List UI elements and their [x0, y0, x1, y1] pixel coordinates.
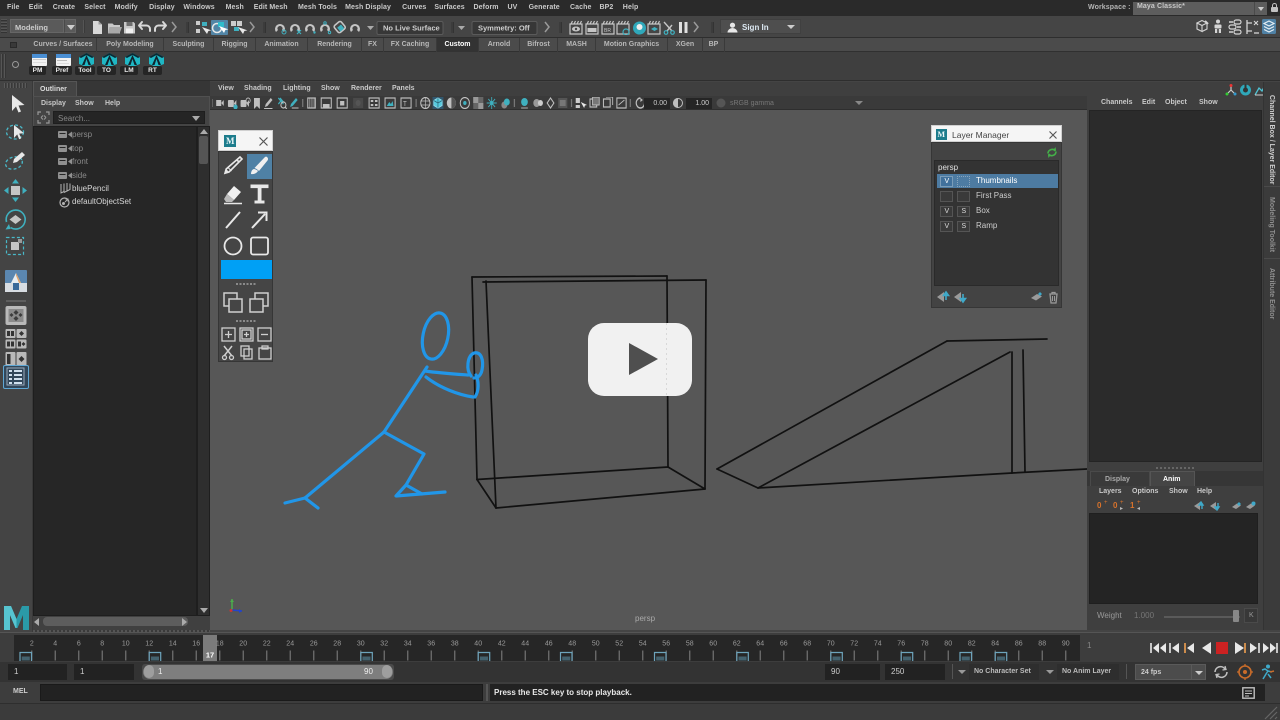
svg-text:82: 82 — [968, 641, 976, 648]
svg-text:42: 42 — [498, 641, 506, 648]
svg-text:54: 54 — [639, 641, 647, 648]
svg-text:44: 44 — [521, 641, 529, 648]
svg-text:86: 86 — [1015, 641, 1023, 648]
svg-text:78: 78 — [921, 641, 929, 648]
svg-text:30: 30 — [357, 641, 365, 648]
svg-text:14: 14 — [169, 641, 177, 648]
svg-text:56: 56 — [662, 641, 670, 648]
svg-text:T: T — [403, 101, 407, 109]
svg-text:50: 50 — [592, 641, 600, 648]
svg-text:No Live Surface: No Live Surface — [383, 24, 440, 33]
svg-text:Symmetry: Off: Symmetry: Off — [478, 24, 530, 33]
svg-text:72: 72 — [850, 641, 858, 648]
svg-text:48: 48 — [568, 641, 576, 648]
svg-text:64: 64 — [756, 641, 764, 648]
svg-text:60: 60 — [709, 641, 717, 648]
svg-text:26: 26 — [310, 641, 318, 648]
svg-text:32: 32 — [380, 641, 388, 648]
svg-text:80: 80 — [944, 641, 952, 648]
svg-text:68: 68 — [803, 641, 811, 648]
svg-text:40: 40 — [474, 641, 482, 648]
svg-text:4: 4 — [53, 641, 57, 648]
svg-text:52: 52 — [615, 641, 623, 648]
svg-text:76: 76 — [897, 641, 905, 648]
svg-text:6: 6 — [77, 641, 81, 648]
svg-text:24: 24 — [286, 641, 294, 648]
svg-text:BR: BR — [604, 28, 611, 34]
svg-text:58: 58 — [686, 641, 694, 648]
svg-text:18: 18 — [216, 641, 224, 648]
svg-text:66: 66 — [780, 641, 788, 648]
svg-text:84: 84 — [991, 641, 999, 648]
svg-text:20: 20 — [239, 641, 247, 648]
svg-text:8: 8 — [100, 641, 104, 648]
svg-text:16: 16 — [192, 641, 200, 648]
svg-text:34: 34 — [404, 641, 412, 648]
svg-text:90: 90 — [1062, 641, 1070, 648]
svg-text:17: 17 — [206, 651, 214, 660]
svg-text:70: 70 — [827, 641, 835, 648]
svg-text:88: 88 — [1038, 641, 1046, 648]
svg-text:36: 36 — [427, 641, 435, 648]
svg-text:28: 28 — [333, 641, 341, 648]
svg-text:22: 22 — [263, 641, 271, 648]
svg-text:46: 46 — [545, 641, 553, 648]
svg-text:12: 12 — [145, 641, 153, 648]
svg-text:2: 2 — [30, 641, 34, 648]
svg-text:38: 38 — [451, 641, 459, 648]
svg-text:10: 10 — [122, 641, 130, 648]
svg-text:74: 74 — [874, 641, 882, 648]
svg-text:62: 62 — [733, 641, 741, 648]
